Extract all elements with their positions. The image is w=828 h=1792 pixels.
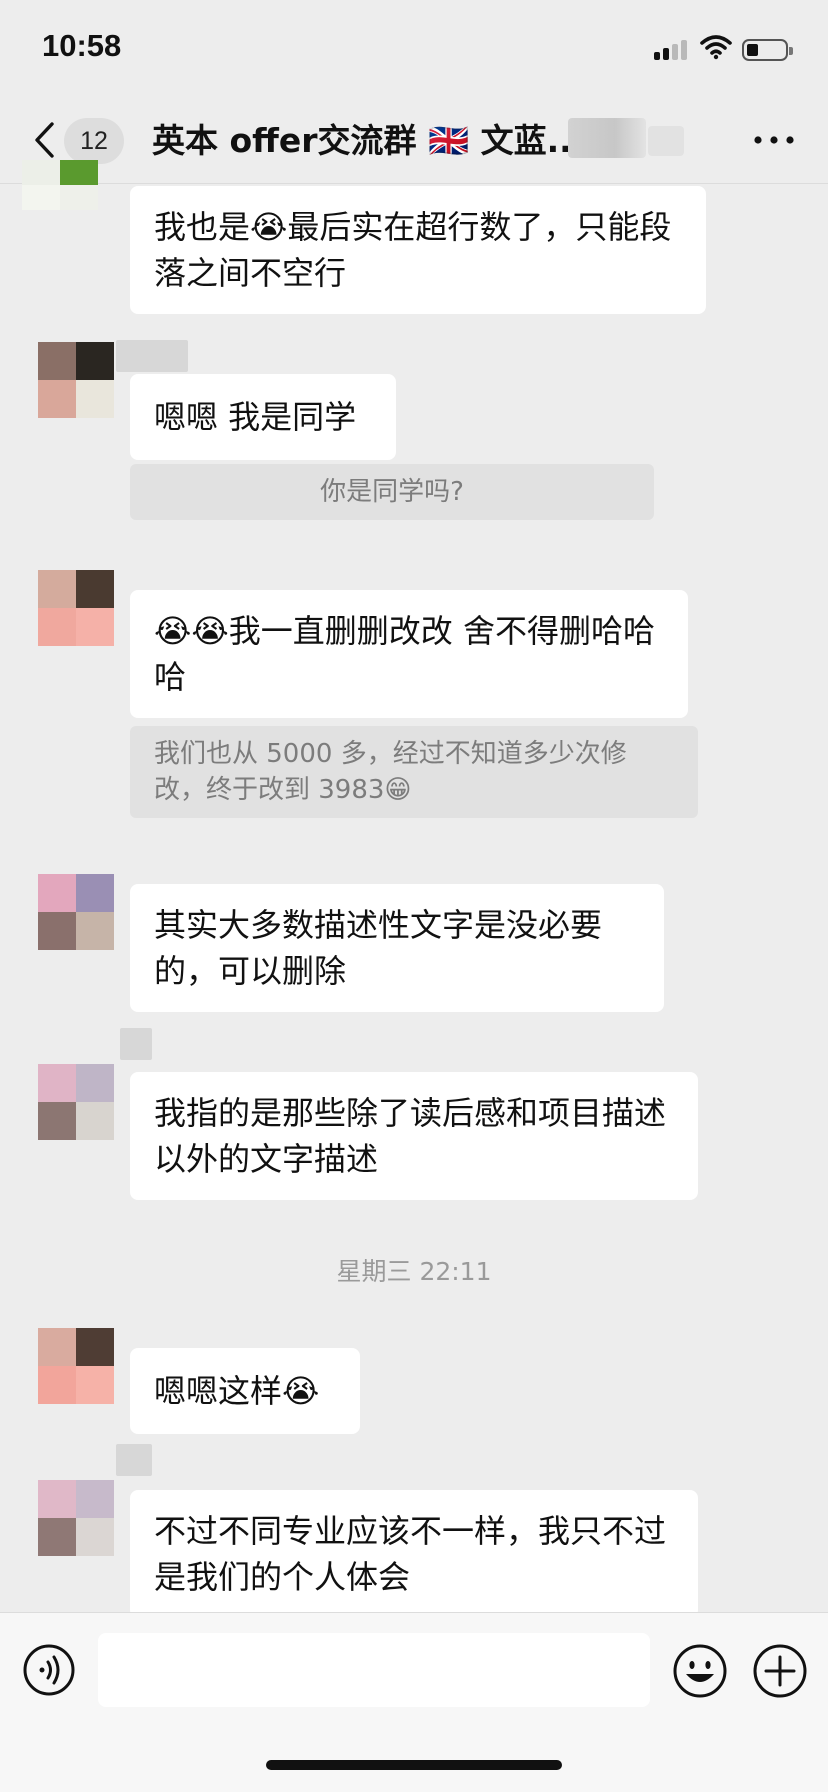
sender-name-blur xyxy=(116,340,188,372)
message-bubble[interactable]: 嗯嗯 我是同学 xyxy=(130,374,396,460)
avatar[interactable] xyxy=(22,160,98,210)
battery-icon xyxy=(742,39,793,61)
avatar[interactable] xyxy=(38,1328,114,1404)
avatar[interactable] xyxy=(38,874,114,950)
emoji-face-icon[interactable] xyxy=(672,1643,728,1699)
title-blur-redaction xyxy=(568,118,646,158)
more-dots-icon[interactable] xyxy=(752,130,796,150)
avatar[interactable] xyxy=(38,1064,114,1140)
unread-count-badge[interactable]: 12 xyxy=(64,118,124,164)
message-bubble[interactable]: 我指的是那些除了读后感和项目描述以外的文字描述 xyxy=(130,1072,698,1200)
status-time: 10:58 xyxy=(42,28,122,63)
message-bubble[interactable]: 😭😭我一直删删改改 舍不得删哈哈哈 xyxy=(130,590,688,718)
back-chevron-icon[interactable] xyxy=(28,118,64,162)
quoted-message[interactable]: 你是同学吗? xyxy=(130,464,654,520)
avatar[interactable] xyxy=(38,342,114,418)
title-blur-redaction xyxy=(648,126,684,156)
group-title[interactable]: 英本 offer交流群 🇬🇧 文蓝... xyxy=(152,118,584,164)
chat-header: 12 英本 offer交流群 🇬🇧 文蓝... xyxy=(0,100,828,184)
quoted-message[interactable]: 我们也从 5000 多，经过不知道多少次修改，终于改到 3983😁 xyxy=(130,726,698,818)
status-bar: 10:58 xyxy=(0,0,828,100)
sender-name-blur xyxy=(116,1444,152,1476)
message-bubble[interactable]: 其实大多数描述性文字是没必要的，可以删除 xyxy=(130,884,664,1012)
sender-name-blur xyxy=(120,1028,152,1060)
message-bubble[interactable]: 嗯嗯这样😭 xyxy=(130,1348,360,1434)
plus-circle-icon[interactable] xyxy=(752,1643,808,1699)
avatar[interactable] xyxy=(38,1480,114,1556)
message-input[interactable] xyxy=(98,1633,650,1707)
voice-icon[interactable] xyxy=(22,1643,76,1697)
message-bubble[interactable]: 不过不同专业应该不一样，我只不过是我们的个人体会 xyxy=(130,1490,698,1618)
avatar[interactable] xyxy=(38,570,114,646)
wifi-icon xyxy=(700,35,732,60)
cellular-signal-icon xyxy=(654,38,690,60)
timestamp-divider: 星期三 22:11 xyxy=(336,1257,492,1286)
home-indicator xyxy=(266,1760,562,1770)
message-bubble[interactable]: 我也是😭最后实在超行数了，只能段落之间不空行 xyxy=(130,186,706,314)
